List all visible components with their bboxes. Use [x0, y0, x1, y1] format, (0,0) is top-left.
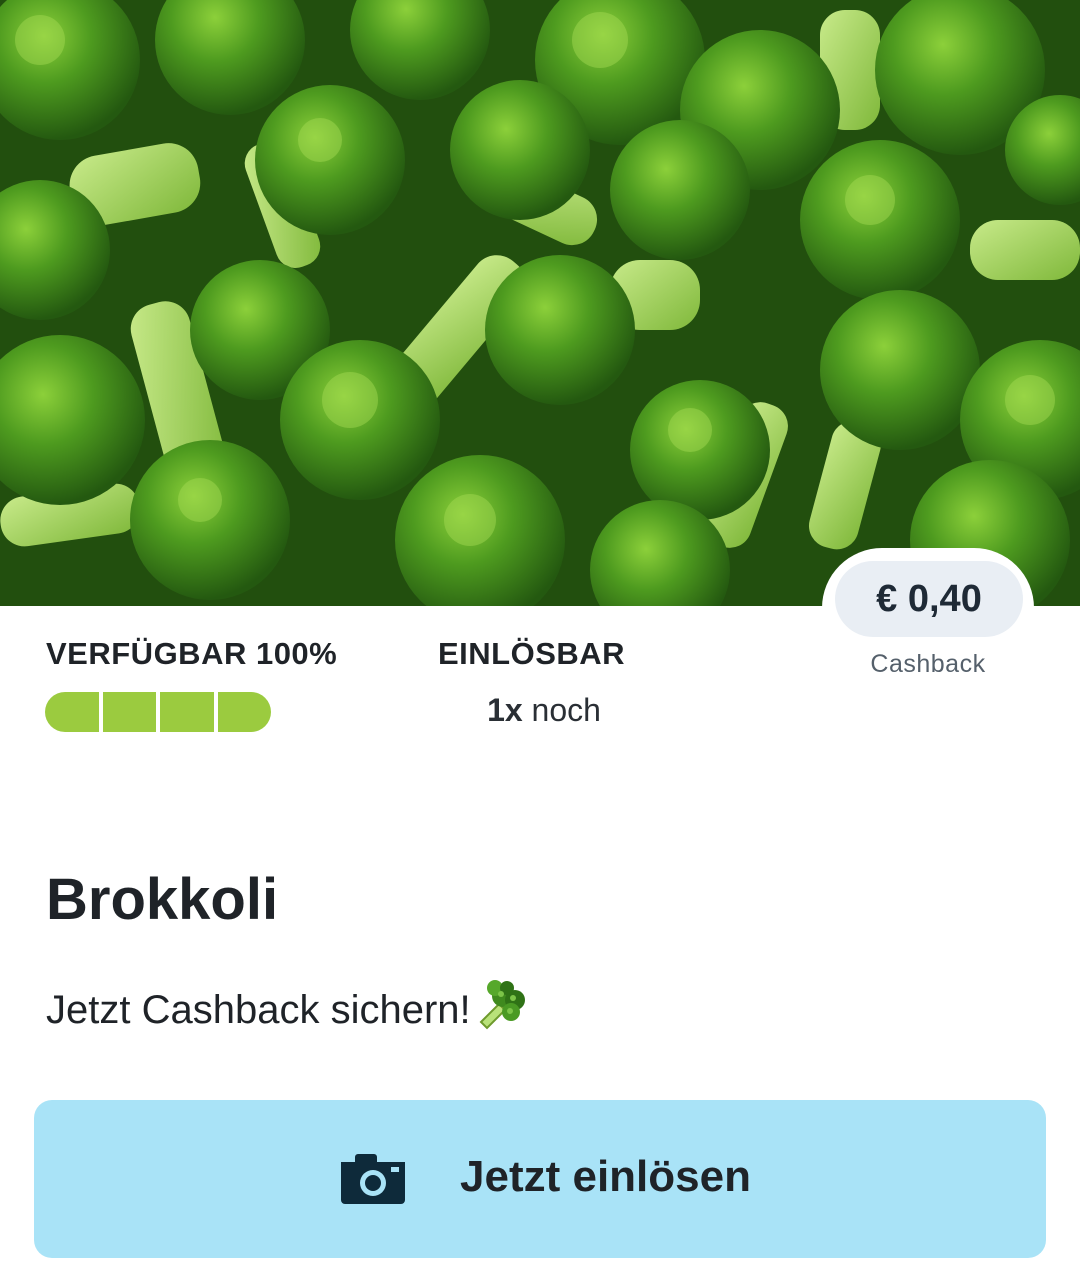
availability-label: VERFÜGBAR 100% [46, 636, 338, 671]
camera-icon [341, 1154, 405, 1209]
cashback-amount: € 0,40 [835, 561, 1023, 637]
product-image [0, 0, 1080, 606]
redeem-now-button[interactable]: Jetzt einlösen [34, 1100, 1046, 1258]
redeem-now-label: Jetzt einlösen [460, 1152, 751, 1201]
product-tagline: Jetzt Cashback sichern! [46, 978, 527, 1042]
tagline-text: Jetzt Cashback sichern! [46, 987, 471, 1032]
redeemable-label: EINLÖSBAR [438, 636, 626, 671]
product-title: Brokkoli [46, 867, 279, 932]
availability-segment [45, 692, 99, 732]
cashback-label: Cashback [870, 650, 986, 678]
redeemable-count-suffix: noch [531, 692, 601, 728]
redeemable-count: 1x noch [438, 692, 650, 729]
availability-segment [217, 692, 271, 732]
availability-segment [160, 692, 214, 732]
availability-bar [45, 692, 271, 732]
redeemable-count-value: 1x [487, 692, 523, 728]
broccoli-icon [473, 978, 527, 1042]
availability-segment [102, 692, 156, 732]
